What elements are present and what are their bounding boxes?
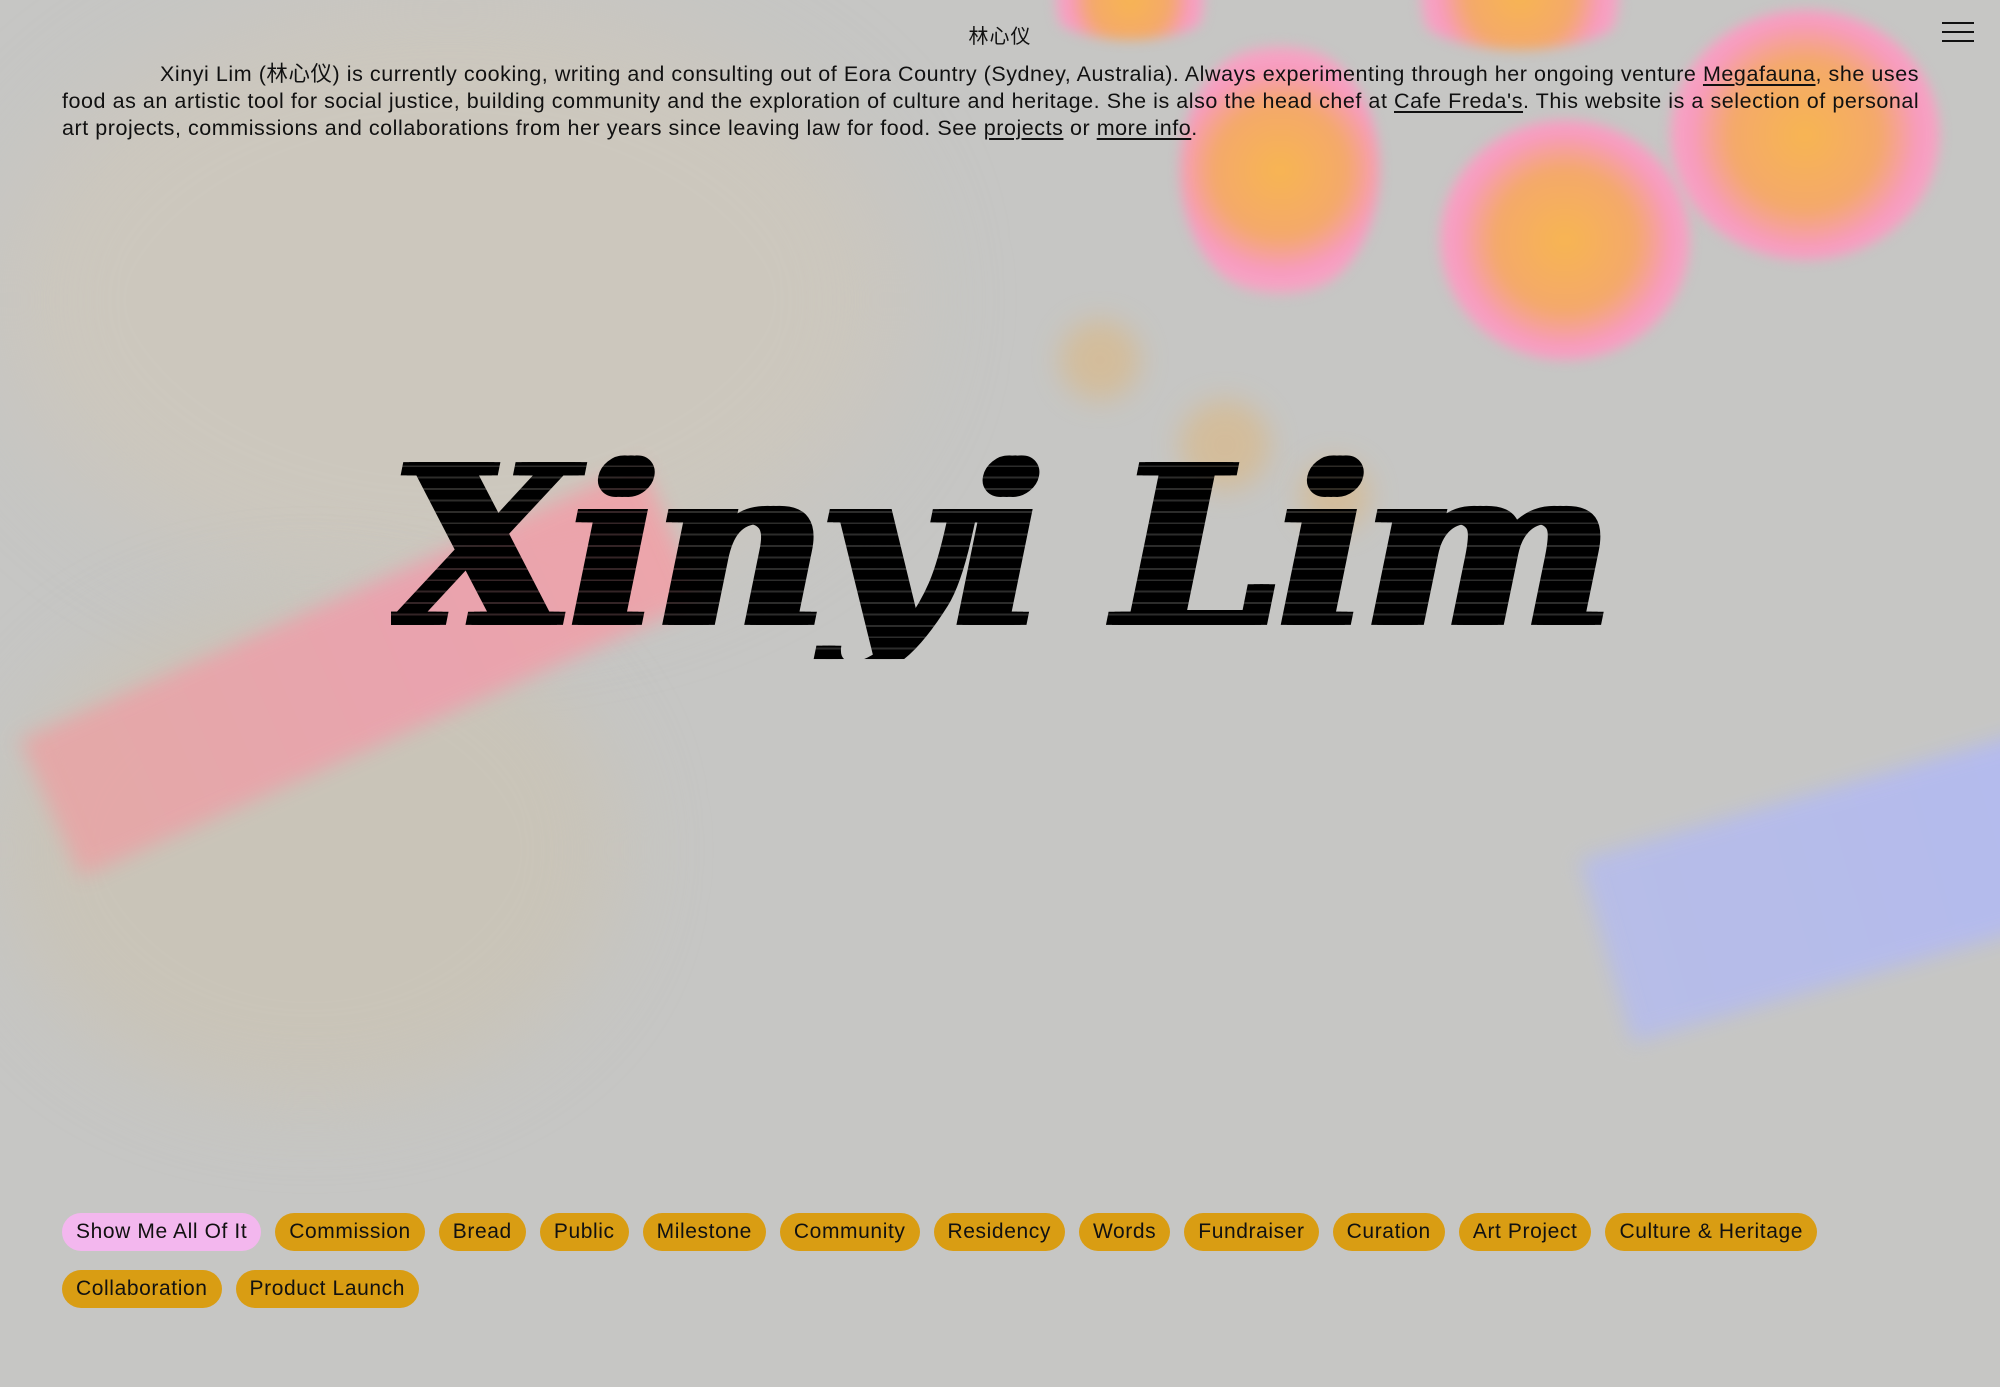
filter-tag-commission[interactable]: Commission — [275, 1213, 425, 1251]
chinese-name-title: 林心仪 — [968, 26, 1032, 48]
cafe-fredas-link[interactable]: Cafe Freda's — [1394, 89, 1523, 113]
filter-tag-culture-and-heritage[interactable]: Culture & Heritage — [1605, 1213, 1818, 1251]
filter-tag-product-launch[interactable]: Product Launch — [235, 1270, 420, 1308]
filter-tag-public[interactable]: Public — [539, 1213, 629, 1251]
hero-title: Xinyi Lim — [391, 415, 1612, 679]
filter-tag-residency[interactable]: Residency — [933, 1213, 1065, 1251]
hamburger-menu-icon — [1942, 22, 1974, 24]
filter-tag-curation[interactable]: Curation — [1332, 1213, 1445, 1251]
filter-tags: Show Me All Of It Commission Bread Public Mi… — [62, 1213, 1962, 1308]
page: 林心仪 Xinyi Lim (林心仪) is currently cooking… — [0, 0, 2000, 1387]
filter-tag-art-project[interactable]: Art Project — [1458, 1213, 1592, 1251]
hero: Xinyi Lim — [0, 430, 2000, 790]
hamburger-menu-icon — [1942, 40, 1974, 42]
filter-tag-community[interactable]: Community — [779, 1213, 920, 1251]
megafauna-link[interactable]: Megafauna — [1703, 62, 1816, 86]
background-egg — [1440, 120, 1690, 360]
menu-button[interactable] — [1940, 20, 1976, 46]
hamburger-menu-icon — [1942, 31, 1974, 33]
filter-tag-fundraiser[interactable]: Fundraiser — [1184, 1213, 1319, 1251]
more-info-link[interactable]: more info — [1097, 116, 1192, 140]
intro-paragraph: Xinyi Lim (林心仪) is currently cooking, wr… — [62, 61, 1952, 142]
intro-text: Xinyi Lim (林心仪) is currently cooking, wr… — [160, 62, 1703, 86]
projects-link[interactable]: projects — [984, 116, 1064, 140]
intro-text: or — [1063, 116, 1097, 140]
filter-tag-words[interactable]: Words — [1078, 1213, 1171, 1251]
filter-tag-bread[interactable]: Bread — [438, 1213, 526, 1251]
filter-tag-collaboration[interactable]: Collaboration — [62, 1270, 222, 1308]
filter-tag-show-me-all-of-it[interactable]: Show Me All Of It — [62, 1213, 262, 1251]
background-drop — [1060, 320, 1140, 400]
filter-tag-milestone[interactable]: Milestone — [642, 1213, 766, 1251]
intro-text: . — [1191, 116, 1198, 140]
